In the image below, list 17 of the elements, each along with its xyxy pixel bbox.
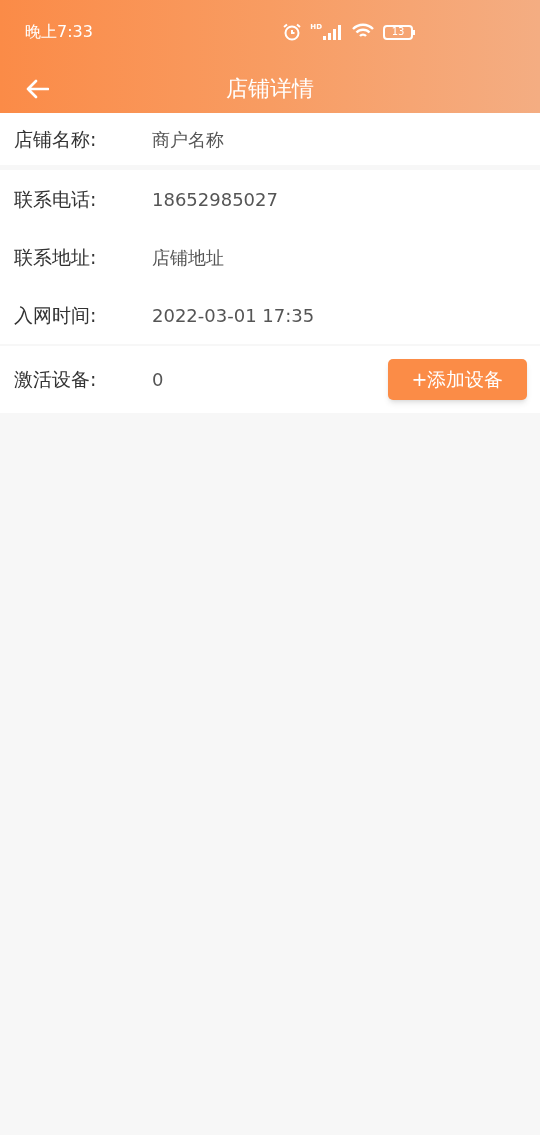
field-value: 0 (152, 368, 164, 392)
page-title: 店铺详情 (226, 75, 314, 103)
add-device-button[interactable]: +添加设备 (388, 359, 527, 400)
field-value: 商户名称 (152, 127, 224, 152)
alarm-icon (282, 23, 303, 41)
field-label: 联系电话: (14, 186, 98, 212)
field-label: 店铺名称: (14, 126, 98, 152)
field-value: 2022-03-01 17:35 (152, 303, 315, 328)
field-value: 18652985027 (152, 187, 278, 212)
status-time: 晚上7:33 (25, 21, 93, 43)
field-label: 激活设备: (14, 367, 98, 393)
signal-icon (323, 24, 343, 40)
field-label: 联系地址: (14, 244, 98, 270)
field-value: 店铺地址 (152, 245, 224, 270)
battery-indicator: 13 (383, 24, 415, 40)
back-arrow-icon[interactable] (26, 78, 49, 99)
field-label: 入网时间: (14, 302, 98, 328)
